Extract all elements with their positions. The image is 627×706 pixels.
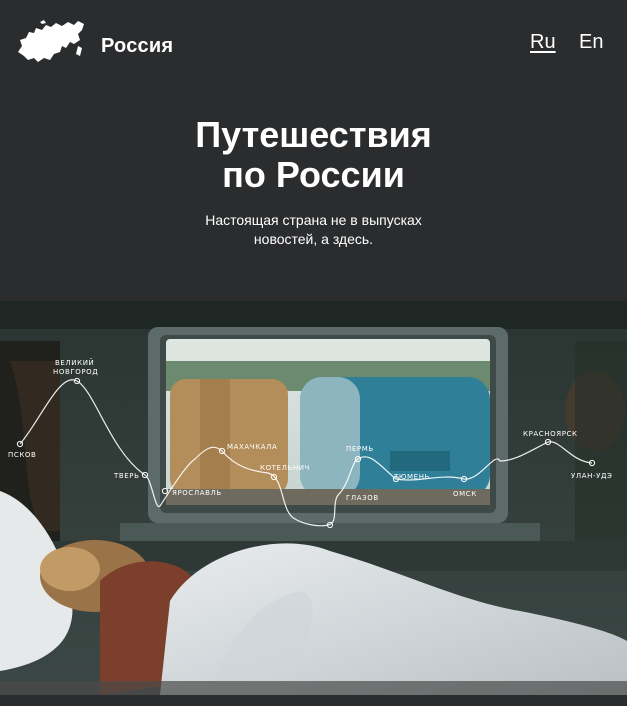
city-label: ТВЕРЬ — [113, 472, 140, 480]
hero-subtitle: Настоящая страна не в выпусках новостей,… — [0, 211, 627, 249]
city-label: ГЛАЗОВ — [346, 494, 379, 502]
city-label: КРАСНОЯРСК — [523, 430, 578, 438]
hero-title-line: по России — [222, 154, 405, 195]
city-label: ЯРОСЛАВЛЬ — [172, 489, 222, 497]
hero-title-line: Путешествия — [195, 114, 432, 155]
city-label: НОВГОРОД — [53, 368, 98, 376]
brand-name[interactable]: Россия — [101, 35, 173, 58]
city-label: ВЕЛИКИЙ — [55, 358, 94, 367]
city-label: ОМСК — [453, 490, 477, 498]
page-bottom-divider — [0, 695, 627, 706]
city-label: ПСКОВ — [8, 451, 36, 459]
russia-map-icon[interactable] — [16, 18, 86, 66]
language-en-link[interactable]: En — [579, 31, 603, 54]
hero-title: Путешествия по России — [0, 115, 627, 195]
language-ru-link[interactable]: Ru — [530, 31, 556, 54]
hero-subtitle-line: Настоящая страна не в выпусках — [205, 212, 422, 228]
city-label: КОТЕЛЬНИЧ — [260, 464, 310, 472]
city-label: ТЮМЕНЬ — [393, 473, 430, 481]
site-header: Россия Ru En — [0, 0, 627, 90]
city-label: УЛАН-УДЭ — [571, 472, 613, 480]
city-label: ПЕРМЬ — [346, 445, 374, 453]
hero-subtitle-line: новостей, а здесь. — [253, 231, 374, 247]
city-label: МАХАЧКАЛА — [227, 443, 277, 451]
hero-photo: ПСКОВ ВЕЛИКИЙ НОВГОРОД ТВЕРЬ ЯРОСЛАВЛЬ М… — [0, 301, 627, 695]
